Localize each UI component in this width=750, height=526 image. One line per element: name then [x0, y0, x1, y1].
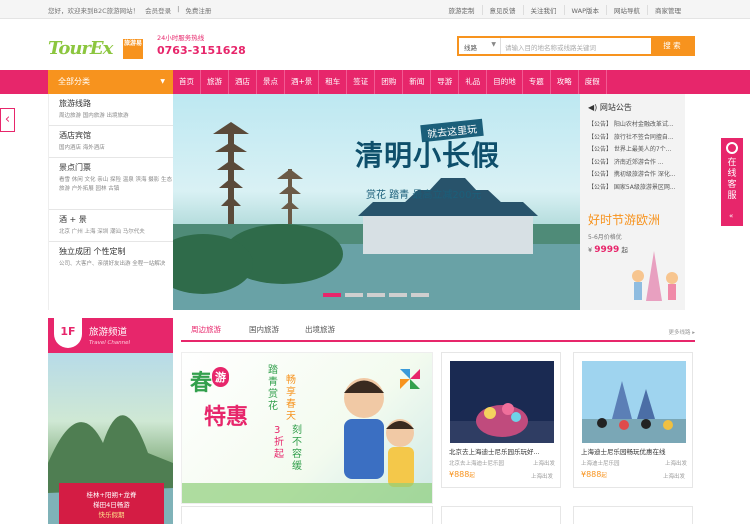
product-name: 北京去上海迪士尼乐园乐玩好...: [449, 448, 540, 456]
nav-item-travel[interactable]: 旅游: [201, 70, 229, 94]
banner-headline: 清明小长假: [355, 139, 501, 172]
feedback-link[interactable]: 意见反馈: [481, 5, 523, 15]
search-button[interactable]: 搜 索: [651, 38, 693, 54]
nav-item-visa[interactable]: 签证: [347, 70, 376, 94]
nav-item-guide[interactable]: 导游: [431, 70, 460, 94]
speaker-icon: ◀): [588, 103, 598, 112]
category-hotel-plus-attraction[interactable]: 酒 + 景 北京 广州 上海 深圳 潮汕 马尔代夫: [49, 210, 173, 242]
wap-link[interactable]: WAP版本: [563, 5, 606, 15]
banner-dot[interactable]: [323, 293, 341, 297]
nav-item-vacation[interactable]: 度假: [579, 70, 607, 94]
nav-item-gifts[interactable]: 礼品: [459, 70, 488, 94]
merchant-admin-link[interactable]: 商家管理: [647, 5, 688, 15]
follow-us-link[interactable]: 关注我们: [522, 5, 564, 15]
category-tickets[interactable]: 景点门票 看雪 休闲 文化 亲山 探险 温泉 滨海 摄影 生态旅游 户外拓展 园…: [49, 158, 173, 210]
chevron-left-icon[interactable]: ‹: [0, 108, 15, 132]
chevron-down-icon: ▼: [160, 78, 165, 85]
tab-nearby-tours[interactable]: 周边旅游: [191, 324, 221, 335]
tab-domestic-tours[interactable]: 国内旅游: [249, 324, 279, 335]
notice-panel: ◀) 网站公告 【公告】 阳山农村金融改革试... 【公告】 旅行社不签合同擅自…: [580, 94, 685, 310]
product-departure: 上海出发: [530, 474, 553, 480]
channel-promo[interactable]: 桂林+阳朔+龙脊 梯田4日畅游 快乐假期: [59, 483, 164, 524]
login-link[interactable]: 会员登录: [145, 5, 171, 15]
notice-item[interactable]: 【公告】 济南近郊游合作 ...: [588, 157, 679, 170]
search-input[interactable]: 请输入目的地名称或线路关键词: [505, 42, 596, 52]
channel-title: 旅游频道: [89, 327, 128, 338]
notice-item[interactable]: 【公告】 世界上最美人的7个...: [588, 144, 679, 157]
product-card-partial[interactable]: [573, 506, 693, 524]
banner-offer: 赏花 踏青 最高立减200元: [366, 190, 482, 201]
all-categories-button[interactable]: 全部分类 ▼: [48, 70, 173, 94]
main-nav: 全部分类 ▼ 首页 旅游 酒店 景点 酒+景 租车 签证 团购 新闻 导游 礼品 …: [0, 70, 750, 94]
online-service-button[interactable]: 在线客服 «: [721, 138, 743, 226]
banner-pagination: [323, 293, 429, 297]
banner-dot[interactable]: [411, 293, 429, 297]
hotline-number: 0763-3151628: [157, 44, 246, 57]
category-sidebar: 旅游线路 周边旅游 国内旅游 出境旅游 酒店宾馆 国内酒店 海外酒店 景点门票 …: [48, 94, 173, 310]
nav-item-hotel[interactable]: 酒店: [229, 70, 257, 94]
category-custom-tour[interactable]: 独立成团 个性定制 公司、大客户、亲朋好友出游 全程一站解决: [49, 242, 173, 273]
notice-title: 网站公告: [599, 103, 632, 112]
product-departure: 上海出发: [662, 474, 685, 480]
europe-illustration: [632, 251, 678, 301]
search-bar: 线路 ▼ 请输入目的地名称或线路关键词 搜 索: [457, 36, 695, 56]
site-nav-link[interactable]: 网站导航: [606, 5, 647, 15]
channel-subtitle: Travel Channel: [89, 340, 131, 346]
notice-item[interactable]: 【公告】 阳山农村金融改革试...: [588, 119, 679, 132]
hero-banner[interactable]: 就去这里玩 清明小长假 赏花 踏青 最高立减200元: [173, 94, 580, 310]
nav-item-destination[interactable]: 目的地: [487, 70, 523, 94]
banner-dot[interactable]: [389, 293, 407, 297]
product-card[interactable]: 上海迪士尼乐园畅玩优惠在线 上海迪士尼乐园 上海出发 ¥888起 上海出发: [573, 352, 693, 488]
custom-tour-link[interactable]: 旅游定制: [442, 5, 482, 15]
logo-badge: 旅游易: [123, 39, 143, 59]
banner-dot[interactable]: [345, 293, 363, 297]
banner-dot[interactable]: [367, 293, 385, 297]
hotline: 24小时服务热线 0763-3151628: [157, 32, 246, 57]
europe-promo-date: 5-6月价格优: [588, 234, 622, 241]
nav-item-home[interactable]: 首页: [173, 70, 201, 94]
travel-channel-panel: 1F 旅游频道 Travel Channel 桂林+阳朔+龙脊 梯田4日畅游 快…: [48, 318, 173, 524]
nav-item-guides[interactable]: 攻略: [551, 70, 579, 94]
register-link[interactable]: 免费注册: [185, 5, 211, 15]
banner-scenery: [173, 122, 580, 310]
nav-item-news[interactable]: 新闻: [403, 70, 432, 94]
product-name: 上海迪士尼乐园畅玩优惠在线: [581, 448, 666, 456]
nav-item-hotel-attraction[interactable]: 酒+景: [285, 70, 320, 94]
category-tour-routes[interactable]: 旅游线路 周边旅游 国内旅游 出境旅游: [49, 94, 173, 126]
product-photo: [450, 361, 554, 443]
site-logo[interactable]: TourEx 旅游易: [48, 38, 148, 59]
notice-item[interactable]: 【公告】 旅行社不签合同擅自...: [588, 132, 679, 145]
product-card[interactable]: 北京去上海迪士尼乐园乐玩好... 北京去上海迪士尼乐园 上海出发 ¥888起 上海…: [441, 352, 561, 488]
europe-promo-title: 好时节游欧洲: [588, 213, 661, 227]
chat-icon: [726, 142, 738, 154]
notice-item[interactable]: 【公告】 国家5A级旅游景区网...: [588, 182, 679, 195]
product-price: ¥888起: [581, 470, 607, 479]
category-hotels[interactable]: 酒店宾馆 国内酒店 海外酒店: [49, 126, 173, 158]
product-sub: 上海迪士尼乐园 上海出发: [581, 461, 687, 467]
chevron-left-icon: «: [729, 212, 734, 220]
chevron-down-icon: ▼: [491, 41, 496, 48]
nav-item-group-buy[interactable]: 团购: [375, 70, 404, 94]
product-price: ¥888起: [449, 470, 475, 479]
floor-badge: 1F: [54, 318, 82, 348]
hotline-label: 24小时服务热线: [157, 34, 205, 42]
product-card-partial[interactable]: [441, 506, 561, 524]
product-sub: 北京去上海迪士尼乐园 上海出发: [449, 461, 555, 467]
welcome-text: 您好，欢迎来到B2C旅游网站！: [48, 7, 140, 15]
notice-item[interactable]: 【公告】 携初级旅游合作 深化...: [588, 169, 679, 182]
product-card-partial[interactable]: [181, 506, 433, 524]
tab-outbound-tours[interactable]: 出境旅游: [305, 324, 335, 335]
nav-item-topics[interactable]: 专题: [523, 70, 551, 94]
nav-item-car-rental[interactable]: 租车: [319, 70, 348, 94]
tour-tabs: 周边旅游 国内旅游 出境旅游 更多线路 ▸: [181, 318, 695, 342]
search-type-select[interactable]: 线路 ▼: [459, 38, 501, 54]
family-illustration: [182, 369, 432, 503]
more-routes-link[interactable]: 更多线路 ▸: [668, 328, 695, 336]
product-photo: [582, 361, 686, 443]
nav-item-attraction[interactable]: 景点: [257, 70, 285, 94]
top-bar: 您好，欢迎来到B2C旅游网站！ 会员登录 | 免费注册 旅游定制 意见反馈 关注…: [0, 0, 750, 19]
spring-promo-banner[interactable]: 春游 特惠 踏青赏花 畅享春天 3折起 刻不容缓: [181, 352, 433, 504]
